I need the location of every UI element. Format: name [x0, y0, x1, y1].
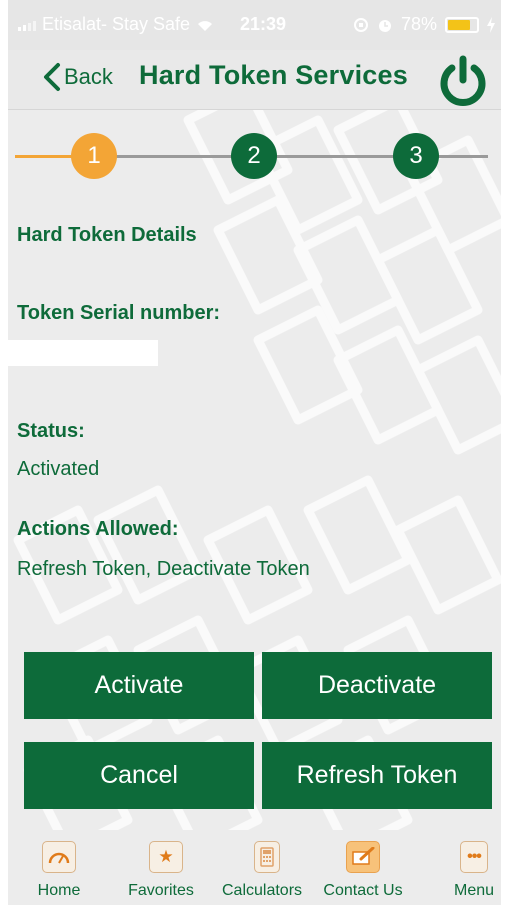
wifi-icon — [198, 20, 213, 31]
cancel-button[interactable]: Cancel — [24, 742, 254, 809]
page-title: Hard Token Services — [139, 60, 408, 90]
back-label: Back — [64, 64, 113, 89]
signal-icon — [18, 19, 36, 31]
deactivate-button[interactable]: Deactivate — [262, 652, 492, 719]
tab-label-calculators: Calculators — [221, 882, 303, 899]
progress-stepper: 1 2 3 — [8, 128, 501, 184]
power-icon[interactable] — [436, 54, 490, 108]
clock: 21:39 — [240, 14, 287, 34]
serial-number-value — [8, 340, 158, 366]
alarm-icon — [379, 19, 391, 32]
tab-home[interactable]: Home — [9, 833, 109, 905]
speedometer-icon — [42, 841, 76, 873]
tab-label-menu: Menu — [453, 882, 495, 899]
step-1: 1 — [71, 133, 117, 179]
step-3: 3 — [393, 133, 439, 179]
section-title: Hard Token Details — [17, 224, 197, 246]
contact-icon — [346, 841, 380, 873]
star-icon: ★ — [149, 841, 183, 873]
activate-button[interactable]: Activate — [24, 652, 254, 719]
tab-bar: Home ★ Favorites Calculators Contact Us … — [8, 833, 501, 905]
calculator-icon — [254, 841, 280, 873]
step-2: 2 — [231, 133, 277, 179]
actions-allowed-label: Actions Allowed: — [17, 518, 179, 540]
chevron-left-icon — [44, 63, 60, 91]
rotation-lock-icon — [354, 17, 368, 32]
charging-icon — [487, 16, 496, 33]
tab-contact-us[interactable]: Contact Us — [313, 833, 413, 905]
tab-favorites[interactable]: ★ Favorites — [111, 833, 211, 905]
status-value: Activated — [17, 458, 100, 480]
back-button[interactable]: Back — [42, 62, 113, 92]
refresh-token-button[interactable]: Refresh Token — [262, 742, 492, 809]
battery-icon — [445, 16, 480, 33]
actions-allowed-value: Refresh Token, Deactivate Token — [17, 558, 310, 580]
more-icon: ••• — [460, 841, 488, 873]
app-screen: Etisalat- Stay Safe 21:39 78% Back Hard … — [8, 0, 501, 905]
status-bar: Etisalat- Stay Safe 21:39 78% — [8, 0, 501, 50]
tab-label-favorites: Favorites — [128, 882, 194, 899]
battery-percent: 78% — [401, 14, 438, 34]
carrier-info: Etisalat- Stay Safe — [18, 14, 214, 35]
status-indicators: 78% — [353, 14, 496, 35]
carrier-name: Etisalat- Stay Safe — [42, 14, 191, 34]
tab-menu[interactable]: ••• Menu — [416, 833, 501, 905]
tab-calculators[interactable]: Calculators — [212, 833, 312, 905]
tab-label-contact-us: Contact Us — [323, 882, 403, 899]
tab-label-home: Home — [37, 882, 81, 899]
navigation-bar: Back Hard Token Services — [8, 50, 501, 110]
serial-number-label: Token Serial number: — [17, 302, 221, 324]
status-label: Status: — [17, 420, 85, 442]
